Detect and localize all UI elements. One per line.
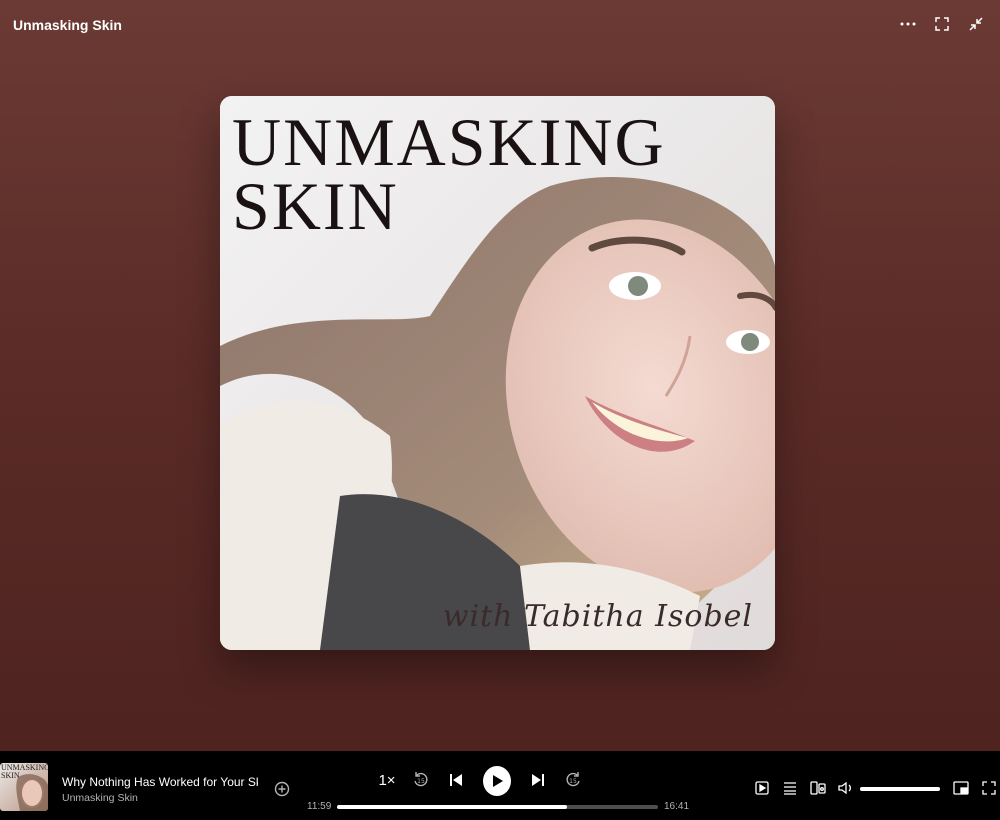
track-title[interactable]: Why Nothing Has Worked for Your Skin <box>62 775 258 789</box>
fullscreen-icon[interactable] <box>932 14 952 34</box>
add-to-library-icon[interactable] <box>274 781 290 797</box>
playback-controls: 1× 15 15 <box>376 765 586 796</box>
podcast-artwork: UNMASKING SKIN with Tabitha Isobel <box>220 96 775 650</box>
svg-text:15: 15 <box>569 778 577 785</box>
now-playing-thumbnail[interactable]: UNMASKING SKIN <box>0 763 48 811</box>
progress-bar[interactable] <box>337 805 658 809</box>
more-options-icon[interactable] <box>898 14 918 34</box>
connect-device-icon[interactable] <box>810 780 826 796</box>
playback-speed-button[interactable]: 1× <box>376 765 398 795</box>
volume-fill <box>860 787 940 791</box>
player-bar: UNMASKING SKIN Why Nothing Has Worked fo… <box>0 751 1000 820</box>
skip-back-15-icon[interactable]: 15 <box>412 765 430 795</box>
top-actions <box>898 14 986 34</box>
next-icon[interactable] <box>530 765 546 795</box>
now-playing-view: Unmasking Skin UNMASKING SKIN with Tabit… <box>0 0 1000 751</box>
skip-forward-15-icon[interactable]: 15 <box>564 765 582 795</box>
play-button[interactable] <box>483 766 511 796</box>
now-playing-view-icon[interactable] <box>754 780 770 796</box>
fullscreen-player-icon[interactable] <box>981 780 997 796</box>
window-title: Unmasking Skin <box>13 17 122 33</box>
artwork-subtitle: with Tabitha Isobel <box>442 599 753 634</box>
track-artist[interactable]: Unmasking Skin <box>62 792 138 804</box>
queue-icon[interactable] <box>782 780 798 796</box>
svg-text:15: 15 <box>417 778 425 785</box>
minimize-icon[interactable] <box>966 14 986 34</box>
duration-time: 16:41 <box>664 801 690 812</box>
volume-slider[interactable] <box>860 787 940 791</box>
progress-fill <box>337 805 568 809</box>
previous-icon[interactable] <box>448 765 464 795</box>
artwork-title-line2: SKIN <box>232 168 399 244</box>
volume-icon[interactable] <box>838 780 854 796</box>
artwork-title: UNMASKING SKIN <box>232 108 666 244</box>
elapsed-time: 11:59 <box>307 801 332 812</box>
miniplayer-icon[interactable] <box>953 780 969 796</box>
